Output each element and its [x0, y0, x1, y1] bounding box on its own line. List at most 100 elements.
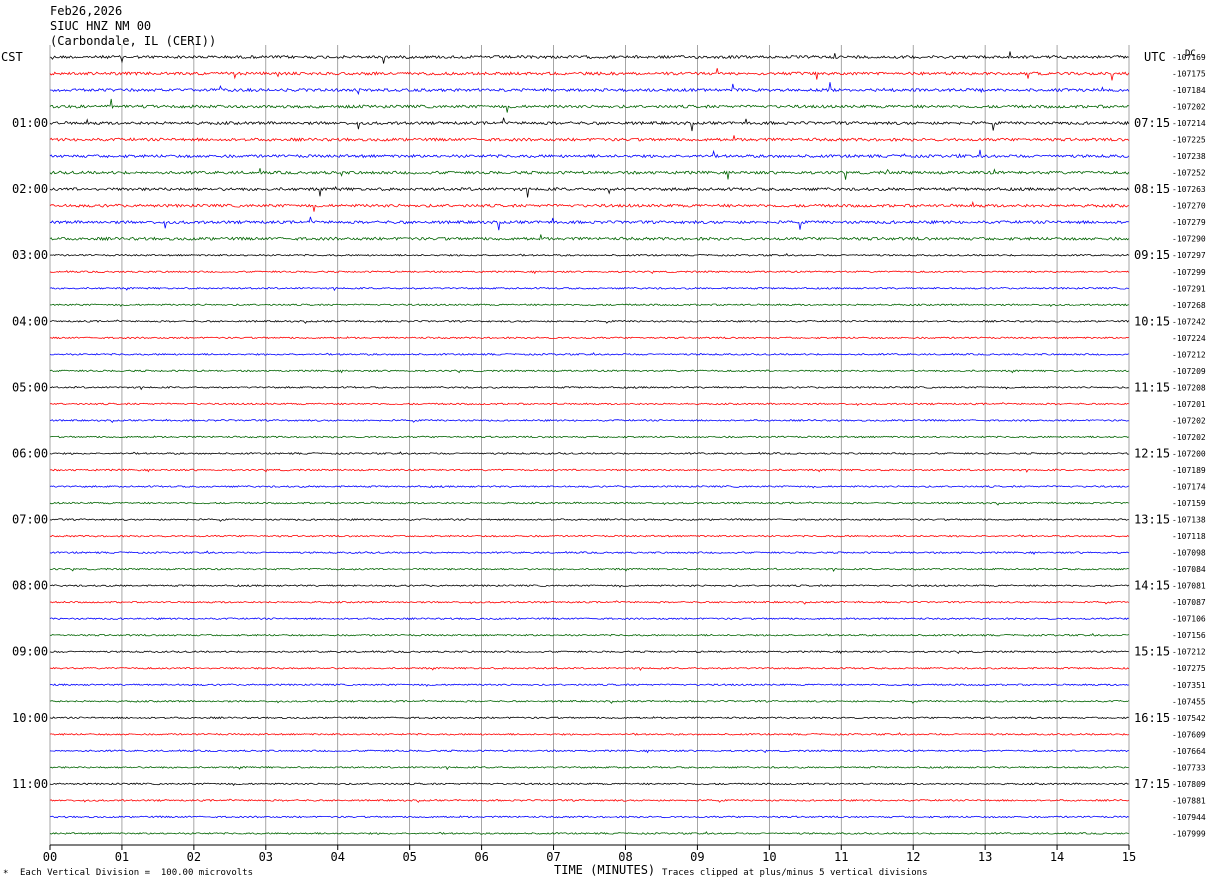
- trace-line: [49, 352, 1129, 356]
- station-code: SIUC HNZ NM 00: [50, 19, 152, 33]
- trace-offset: -107455: [1172, 697, 1206, 706]
- trace-offset: -107209: [1172, 367, 1206, 376]
- x-tick-label: 01: [115, 850, 129, 864]
- trace-offset: -107200: [1172, 449, 1206, 458]
- trace-line: [49, 252, 1130, 257]
- x-axis-title: TIME (MINUTES): [554, 863, 656, 877]
- right-timezone-label: UTC: [1144, 50, 1166, 64]
- trace-line: [49, 68, 1130, 81]
- trace-offset: -107279: [1172, 218, 1206, 227]
- trace-line: [49, 765, 1129, 771]
- left-time-label: 08:00: [12, 579, 48, 593]
- left-time-label: 03:00: [12, 248, 48, 262]
- trace-line: [49, 518, 1129, 522]
- trace-line: [49, 435, 1129, 439]
- trace-line: [49, 782, 1129, 786]
- x-tick-label: 08: [618, 850, 632, 864]
- trace-line: [50, 584, 1130, 588]
- right-time-label: 11:15: [1134, 380, 1170, 394]
- trace-line: [49, 135, 1130, 142]
- trace-offset: -107174: [1172, 483, 1206, 492]
- trace-offset: -107664: [1172, 747, 1206, 756]
- trace-offset: -107081: [1172, 582, 1206, 591]
- trace-line: [49, 732, 1129, 736]
- left-time-label: 11:00: [12, 777, 48, 791]
- corner-mark: *: [3, 869, 9, 879]
- trace-offset: -107733: [1172, 763, 1206, 772]
- trace-line: [49, 451, 1129, 455]
- trace-line: [49, 185, 1130, 198]
- trace-offset: -107212: [1172, 648, 1206, 657]
- trace-offset: -107156: [1172, 631, 1206, 640]
- trace-offset: -107299: [1172, 268, 1206, 277]
- left-time-label: 02:00: [12, 182, 48, 196]
- trace-offset: -107106: [1172, 615, 1206, 624]
- trace-offset: -107242: [1172, 317, 1206, 326]
- trace-line: [49, 716, 1129, 720]
- trace-line: [49, 468, 1129, 473]
- x-tick-label: 03: [259, 850, 273, 864]
- trace-offset: -107999: [1172, 829, 1206, 838]
- trace-offset-labels: -107169-107175-107184-107202-107214-1072…: [1172, 53, 1206, 838]
- trace-offset: -107202: [1172, 103, 1206, 112]
- left-time-label: 07:00: [12, 513, 48, 527]
- trace-line: [49, 385, 1129, 391]
- left-timezone-label: CST: [1, 50, 23, 64]
- trace-line: [50, 336, 1129, 340]
- right-time-label: 07:15: [1134, 116, 1170, 130]
- trace-line: [49, 51, 1129, 64]
- trace-offset: -107238: [1172, 152, 1206, 161]
- trace-line: [49, 567, 1129, 572]
- trace-offset: -107252: [1172, 169, 1206, 178]
- trace-offset: -107184: [1172, 86, 1206, 95]
- trace-offset: -107225: [1172, 136, 1206, 145]
- trace-offset: -107118: [1172, 532, 1206, 541]
- chart-date: Feb26,2026: [50, 4, 123, 18]
- trace-line: [49, 98, 1129, 113]
- right-time-label: 14:15: [1134, 579, 1170, 593]
- left-time-label: 05:00: [12, 380, 48, 394]
- trace-line: [49, 270, 1130, 275]
- station-location: (Carbondale, IL (CERI)): [50, 34, 217, 48]
- x-tick-label: 06: [474, 850, 488, 864]
- trace-line: [49, 149, 1130, 159]
- trace-line: [49, 485, 1130, 489]
- trace-line: [49, 168, 1130, 180]
- trace-line: [49, 550, 1130, 556]
- left-time-label: 10:00: [12, 711, 48, 725]
- trace-offset: -107098: [1172, 549, 1206, 558]
- trace-offset: -107291: [1172, 284, 1206, 293]
- x-tick-label: 10: [762, 850, 776, 864]
- trace-line: [49, 501, 1129, 506]
- trace-offset: -107270: [1172, 202, 1206, 211]
- x-tick-label: 15: [1122, 850, 1136, 864]
- trace-offset: -107189: [1172, 466, 1206, 475]
- left-time-label: 01:00: [12, 116, 48, 130]
- trace-line: [49, 815, 1129, 819]
- trace-line: [49, 303, 1129, 307]
- x-tick-label: 07: [546, 850, 560, 864]
- trace-offset: -107159: [1172, 499, 1206, 508]
- right-time-label: 17:15: [1134, 777, 1170, 791]
- corner-tag: DC: [1185, 49, 1196, 59]
- trace-line: [49, 234, 1130, 242]
- left-time-label: 09:00: [12, 645, 48, 659]
- trace-offset: -107263: [1172, 185, 1206, 194]
- trace-line: [49, 117, 1130, 132]
- trace-line: [50, 319, 1130, 324]
- trace-line: [49, 200, 1129, 212]
- right-time-label: 13:15: [1134, 513, 1170, 527]
- trace-offset: -107275: [1172, 664, 1206, 673]
- right-time-label: 15:15: [1134, 645, 1170, 659]
- trace-line: [49, 402, 1129, 407]
- minute-gridlines: [49, 45, 1130, 845]
- trace-offset: -107542: [1172, 714, 1206, 723]
- x-tick-label: 14: [1050, 850, 1064, 864]
- trace-line: [49, 831, 1129, 835]
- trace-offset: -107290: [1172, 235, 1206, 244]
- trace-offset: -107351: [1172, 681, 1206, 690]
- x-tick-label: 00: [43, 850, 57, 864]
- trace-line: [49, 632, 1129, 637]
- trace-line: [49, 650, 1129, 655]
- right-time-label: 12:15: [1134, 446, 1170, 460]
